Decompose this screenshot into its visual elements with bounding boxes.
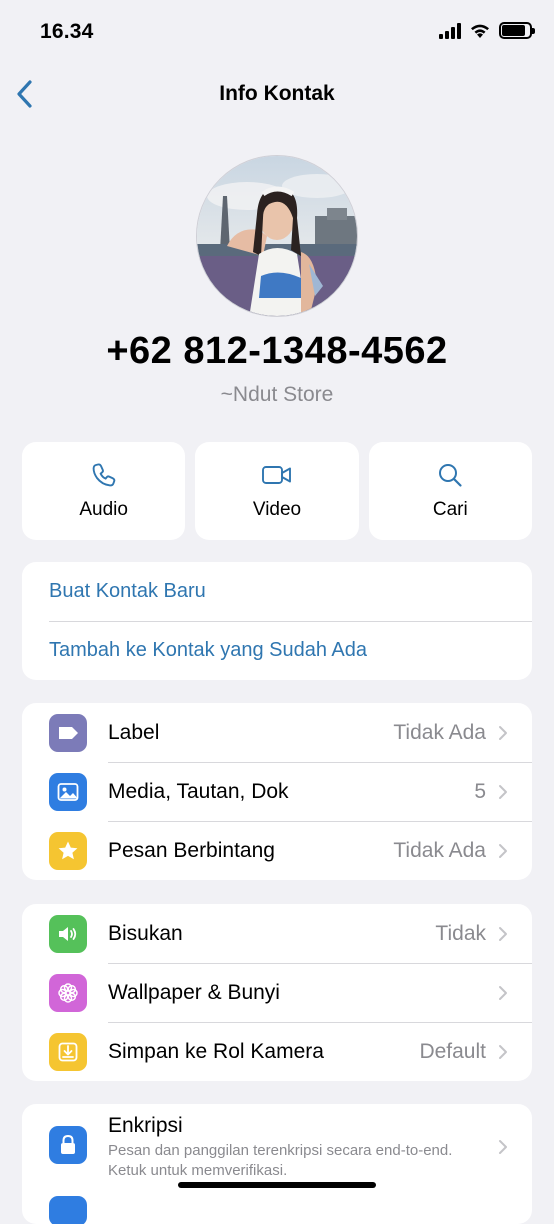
page-title: Info Kontak: [219, 82, 335, 105]
navigation-bar: Info Kontak: [0, 66, 554, 122]
chevron-right-icon: [499, 843, 507, 858]
media-row-label: Media, Tautan, Dok: [108, 779, 289, 803]
chevron-right-icon: [499, 926, 507, 941]
chevron-right-icon: [499, 725, 507, 740]
media-links-docs-row[interactable]: Media, Tautan, Dok 5: [22, 762, 532, 821]
speaker-icon: [49, 914, 87, 953]
status-time: 16.34: [40, 20, 94, 43]
search-icon: [439, 464, 462, 487]
status-icons: [439, 22, 535, 39]
create-new-contact-button[interactable]: Buat Kontak Baru: [22, 562, 532, 621]
encryption-row[interactable]: Enkripsi Pesan dan panggilan terenkripsi…: [22, 1104, 532, 1194]
contact-phone-number: +62 812-1348-4562: [106, 330, 448, 372]
home-indicator[interactable]: [178, 1182, 376, 1188]
mute-row-value: Tidak: [435, 921, 486, 945]
chevron-right-icon: [499, 1044, 507, 1059]
wifi-icon: [471, 24, 489, 38]
encryption-title: Enkripsi: [108, 1114, 183, 1137]
add-to-existing-contact-button[interactable]: Tambah ke Kontak yang Sudah Ada: [22, 621, 532, 680]
battery-icon: [499, 22, 535, 39]
search-button[interactable]: Cari: [368, 442, 532, 540]
encryption-card: Enkripsi Pesan dan panggilan terenkripsi…: [22, 1104, 532, 1224]
video-call-button[interactable]: Video: [195, 442, 359, 540]
starred-row-label: Pesan Berbintang: [108, 838, 275, 862]
photo-icon: [49, 772, 87, 811]
media-settings-card: Label Tidak Ada Media, Tautan, Dok 5 Pes…: [22, 703, 532, 880]
star-icon: [49, 831, 87, 870]
next-row-icon-partial: [49, 1196, 87, 1224]
save-camera-roll-value: Default: [419, 1039, 486, 1063]
label-row-label: Label: [108, 720, 160, 744]
status-bar: 16.34: [0, 0, 554, 66]
save-to-camera-roll-row[interactable]: Simpan ke Rol Kamera Default: [22, 1022, 532, 1081]
lock-icon: [49, 1126, 87, 1164]
starred-messages-row[interactable]: Pesan Berbintang Tidak Ada: [22, 821, 532, 880]
video-label: Video: [252, 499, 302, 520]
notification-settings-card: Bisukan Tidak Wallpaper & Bunyi Simpan k…: [22, 904, 532, 1081]
label-tag-icon: [49, 713, 87, 752]
label-row-value: Tidak Ada: [393, 720, 486, 744]
save-camera-roll-label: Simpan ke Rol Kamera: [108, 1039, 324, 1063]
contact-avatar[interactable]: [196, 155, 358, 317]
flower-icon: [49, 973, 87, 1012]
contact-push-name: ~Ndut Store: [220, 383, 334, 406]
wallpaper-row-label: Wallpaper & Bunyi: [108, 980, 280, 1004]
avatar-photo: [197, 156, 357, 316]
encryption-description: Pesan dan panggilan terenkripsi secara e…: [108, 1142, 453, 1179]
media-row-count: 5: [474, 779, 486, 803]
label-row[interactable]: Label Tidak Ada: [22, 703, 532, 762]
chevron-right-icon: [499, 1140, 507, 1154]
phone-icon: [92, 463, 115, 487]
starred-row-value: Tidak Ada: [393, 838, 486, 862]
cellular-signal-icon: [439, 22, 461, 39]
wallpaper-sound-row[interactable]: Wallpaper & Bunyi: [22, 963, 532, 1022]
chevron-right-icon: [499, 985, 507, 1000]
mute-row-label: Bisukan: [108, 921, 183, 945]
chevron-right-icon: [499, 784, 507, 799]
contact-options-card: Buat Kontak Baru Tambah ke Kontak yang S…: [22, 562, 532, 680]
download-icon: [49, 1032, 87, 1071]
audio-call-button[interactable]: Audio: [22, 442, 186, 540]
mute-row[interactable]: Bisukan Tidak: [22, 904, 532, 963]
video-icon: [262, 466, 291, 484]
search-label: Cari: [432, 499, 468, 520]
quick-actions: Audio Video Cari: [22, 442, 532, 540]
audio-label: Audio: [79, 499, 128, 520]
